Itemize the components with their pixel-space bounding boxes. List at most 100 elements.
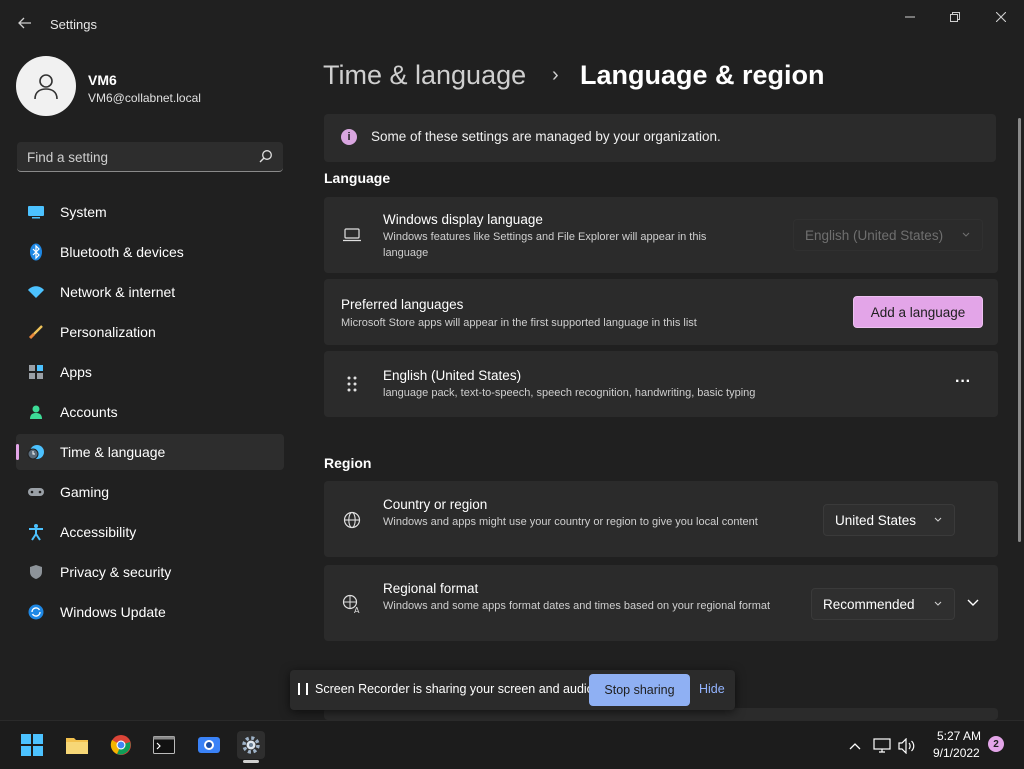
start-button[interactable] [18,731,46,759]
breadcrumb-separator: › [552,64,559,86]
preferred-languages-card: Preferred languages Microsoft Store apps… [324,279,998,345]
country-region-description: Windows and apps might use your country … [383,516,758,528]
sidebar-item-personalization[interactable]: Personalization [16,314,284,350]
search-input[interactable] [17,142,259,172]
terminal-button[interactable] [150,731,178,759]
chrome-button[interactable] [107,731,135,759]
chevron-down-icon [967,599,979,606]
sidebar-item-gaming[interactable]: Gaming [16,474,284,510]
search-icon[interactable] [259,149,273,163]
regional-format-description: Windows and some apps format dates and t… [383,600,771,612]
minimize-icon [905,16,915,18]
settings-app-button[interactable] [237,731,265,759]
notification-badge[interactable]: 2 [988,736,1004,752]
volume-tray-icon[interactable] [898,737,916,755]
more-options-button[interactable]: ··· [949,373,977,393]
installed-language-item: English (United States) language pack, t… [324,351,998,417]
speaker-icon [898,738,915,754]
arrow-left-icon [18,17,31,29]
sidebar-item-windows-update[interactable]: Windows Update [16,594,284,630]
installed-language-description: language pack, text-to-speech, speech re… [383,387,756,399]
language-format-icon: A [342,594,362,614]
pause-icon[interactable] [298,683,308,697]
gamepad-icon [27,483,45,501]
chevron-down-icon [962,232,970,237]
chevron-down-icon [934,517,942,522]
breadcrumb-parent[interactable]: Time & language [323,60,526,91]
sidebar-item-label: Gaming [60,484,110,500]
screen-recorder-button[interactable] [195,731,223,759]
search-box[interactable] [17,142,283,172]
update-icon [27,603,45,621]
restore-button[interactable] [939,6,971,28]
restore-icon [950,12,960,22]
country-region-card: Country or region Windows and apps might… [324,481,998,557]
expand-button[interactable] [966,595,980,609]
app-title: Settings [50,17,97,32]
system-icon [27,203,45,221]
minimize-button[interactable] [894,6,926,28]
show-hidden-icons-button[interactable] [846,737,864,755]
stop-sharing-button[interactable]: Stop sharing [589,674,690,706]
sidebar-item-privacy[interactable]: Privacy & security [16,554,284,590]
sidebar-item-label: Accessibility [60,524,137,540]
sidebar-item-label: Privacy & security [60,564,172,580]
laptop-icon [342,225,362,245]
country-region-dropdown[interactable]: United States [823,504,955,536]
sidebar-item-label: System [60,204,107,220]
drag-handle-icon[interactable] [342,374,362,394]
time-language-icon [27,443,45,461]
recorder-text: Screen Recorder is sharing your screen a… [315,682,598,696]
country-region-title: Country or region [383,497,488,512]
regional-format-dropdown[interactable]: Recommended [811,588,955,620]
sidebar-item-system[interactable]: System [16,194,284,230]
sidebar-nav: System Bluetooth & devices Network & int… [16,194,284,634]
regional-format-card[interactable]: A Regional format Windows and some apps … [324,565,998,641]
language-section-title: Language [324,170,391,186]
banner-text: Some of these settings are managed by yo… [371,129,721,144]
apps-icon [27,363,45,381]
preferred-languages-description: Microsoft Store apps will appear in the … [341,317,697,329]
dropdown-value: English (United States) [805,227,944,243]
back-button[interactable] [14,12,36,34]
sidebar-item-apps[interactable]: Apps [16,354,284,390]
chevron-up-icon [849,743,861,750]
taskbar: 5:27 AM 9/1/2022 2 [0,720,1024,769]
hide-link[interactable]: Hide [699,682,725,696]
sidebar-item-label: Time & language [60,444,166,460]
sidebar-item-bluetooth[interactable]: Bluetooth & devices [16,234,284,270]
preferred-languages-title: Preferred languages [341,297,464,312]
network-icon [873,738,891,753]
avatar[interactable] [16,56,76,116]
info-icon: i [341,129,357,145]
region-section-title: Region [324,455,372,471]
globe-icon [342,510,362,530]
folder-icon [66,738,88,754]
chevron-down-icon [934,601,942,606]
display-language-description: Windows features like Settings and File … [383,231,707,259]
close-icon [996,12,1006,22]
sidebar-item-network[interactable]: Network & internet [16,274,284,310]
user-icon [34,74,58,100]
managed-banner: i Some of these settings are managed by … [324,114,996,162]
sidebar-item-accessibility[interactable]: Accessibility [16,514,284,550]
network-tray-icon[interactable] [873,737,891,755]
sidebar-item-accounts[interactable]: Accounts [16,394,284,430]
sidebar-item-label: Apps [60,364,92,380]
user-name: VM6 [88,72,117,88]
active-app-indicator [243,760,259,763]
close-button[interactable] [985,6,1017,28]
windows-logo-icon [21,734,43,756]
file-explorer-button[interactable] [63,731,91,759]
sidebar-item-label: Accounts [60,404,118,420]
installed-language-title: English (United States) [383,368,522,383]
page-title: Language & region [580,60,825,90]
scrollbar[interactable] [1018,118,1021,542]
clock-date[interactable]: 9/1/2022 [933,746,980,760]
svg-text:A: A [354,606,360,614]
chrome-icon [110,735,131,755]
dropdown-value: Recommended [823,596,915,612]
add-language-button[interactable]: Add a language [853,296,983,328]
sidebar-item-time-language[interactable]: Time & language [16,434,284,470]
clock-time[interactable]: 5:27 AM [937,729,981,743]
